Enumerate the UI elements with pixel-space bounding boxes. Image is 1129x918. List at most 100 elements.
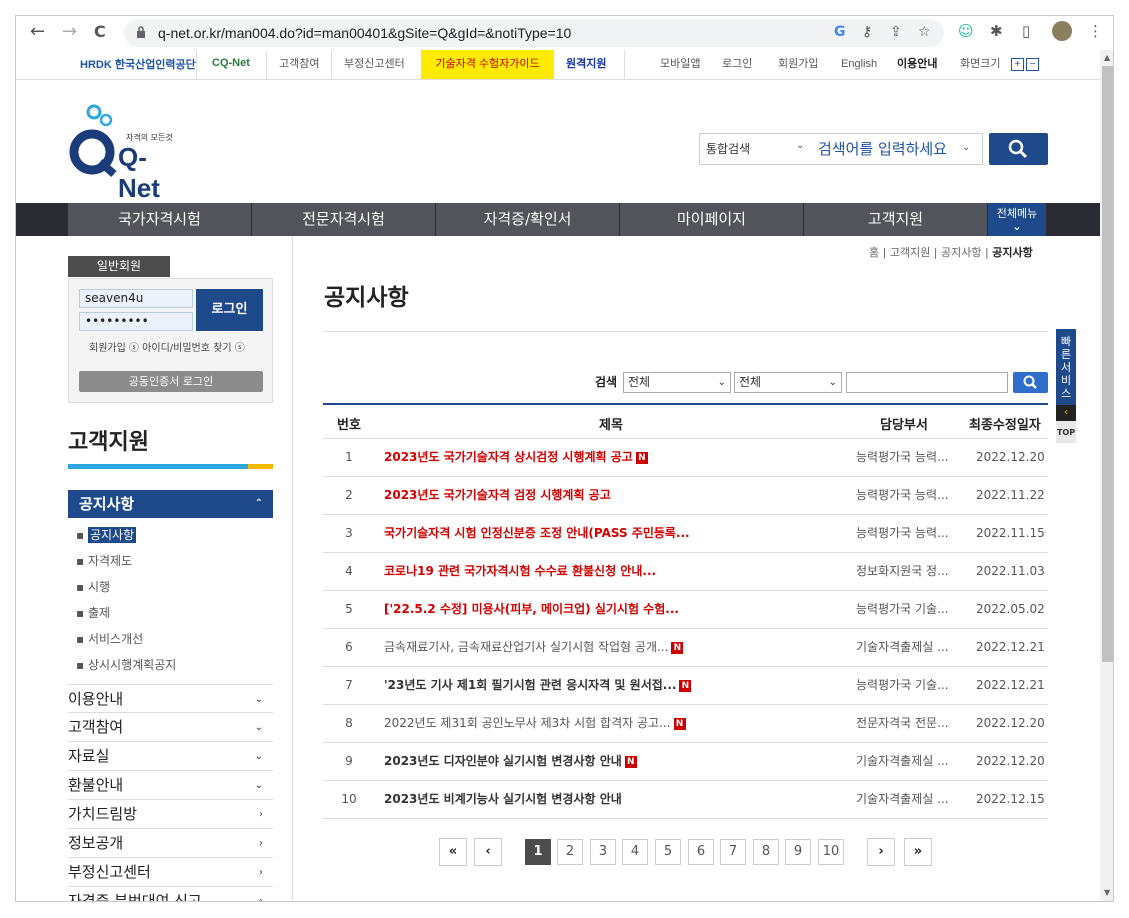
gnb-mypage[interactable]: 마이페이지 xyxy=(620,203,804,236)
lnb-sub-notice[interactable]: ▪ 공지사항 xyxy=(76,526,137,543)
lnb-report-center[interactable]: 부정신고센터 › xyxy=(68,858,273,887)
lnb-value-room[interactable]: 가치드림방 › xyxy=(68,800,273,829)
scrollbar-thumb[interactable] xyxy=(1102,66,1113,662)
find-account-link[interactable]: 아이디/비밀번호 찾기 xyxy=(142,343,231,354)
prev-page-button[interactable]: ‹ xyxy=(474,838,502,866)
lnb-sub-exam[interactable]: ▪ 시행 xyxy=(76,578,110,595)
search-input[interactable]: 검색어를 입력하세요 xyxy=(818,138,947,159)
profile-avatar[interactable] xyxy=(1052,21,1072,41)
lnb-disclosure[interactable]: 정보공개 › xyxy=(68,829,273,858)
page-6[interactable]: 6 xyxy=(688,839,714,865)
quick-service-tab[interactable]: 빠른서비스 xyxy=(1056,329,1076,407)
first-page-button[interactable]: « xyxy=(439,838,467,866)
sidepanel-icon[interactable]: ▯ xyxy=(1022,22,1030,40)
page-4[interactable]: 4 xyxy=(622,839,648,865)
table-row[interactable]: 4 코로나19 관련 국가자격시험 수수료 환불신청 안내... 정보화지원국 정.… xyxy=(323,553,1048,591)
table-row[interactable]: 10 2023년도 비계기능사 실기시험 변경사항 안내 기술자격출제실 ... 20… xyxy=(323,781,1048,819)
lnb-participation[interactable]: 고객참여 ⌄ xyxy=(68,713,273,742)
page-7[interactable]: 7 xyxy=(720,839,746,865)
filter-select-1[interactable]: 전체 ⌄ xyxy=(623,372,731,393)
hrdk-logo[interactable]: HRDK 한국산업인력공단 xyxy=(80,56,196,72)
forward-icon[interactable]: → xyxy=(62,21,77,42)
table-row[interactable]: 2 2023년도 국가기술자격 검정 시행계획 공고 능력평가국 능력... 2022… xyxy=(323,477,1048,515)
row-title-link[interactable]: 국가기술자격 시험 인정신분증 조정 안내(PASS 주민등록... xyxy=(384,515,854,552)
table-row[interactable]: 6 금속재료기사, 금속재료산업기사 실기시험 작업형 공개... N 기술자격출제실… xyxy=(323,629,1048,667)
row-title-link[interactable]: '23년도 기사 제1회 필기시험 관련 응시자격 및 원서접... N xyxy=(384,667,854,704)
zoom-in-icon[interactable]: + xyxy=(1011,57,1024,71)
lnb-sub-regular-plan[interactable]: ▪ 상시시행계획공지 xyxy=(76,656,176,673)
lnb-sub-system[interactable]: ▪ 자격제도 xyxy=(76,552,132,569)
row-title-link[interactable]: ['22.5.2 수정] 미용사(피부, 메이크업) 실기시험 수험... xyxy=(384,591,854,628)
key-icon[interactable]: ⚷ xyxy=(862,24,872,40)
search-button[interactable] xyxy=(989,133,1048,165)
google-icon[interactable]: G xyxy=(834,24,846,40)
star-icon[interactable]: ☆ xyxy=(918,24,931,40)
gnb-customer-support[interactable]: 고객지원 xyxy=(804,203,988,236)
filter-search-button[interactable] xyxy=(1013,372,1048,393)
row-title-link[interactable]: 2023년도 국가기술자격 상시검정 시행계획 공고 N xyxy=(384,439,854,476)
reload-icon[interactable]: C xyxy=(94,22,106,41)
extension-icon[interactable]: ☺ xyxy=(958,22,974,40)
remote-support-link[interactable]: 원격지원 xyxy=(566,50,606,79)
row-title-link[interactable]: 2023년도 비계기능사 실기시험 변경사항 안내 xyxy=(384,781,854,818)
lnb-refund[interactable]: 환불안내 ⌄ xyxy=(68,771,273,800)
lnb-sub-question[interactable]: ▪ 출제 xyxy=(76,604,110,621)
user-id-input[interactable]: seaven4u xyxy=(79,289,193,308)
table-row[interactable]: 9 2023년도 디자인분야 실기시험 변경사항 안내 N 기술자격출제실 ... 20… xyxy=(323,743,1048,781)
join-link[interactable]: 회원가입 xyxy=(89,343,126,354)
password-input[interactable]: ••••••••• xyxy=(79,312,193,331)
all-menu-button[interactable]: 전체메뉴 ⌄ xyxy=(988,203,1046,236)
page-9[interactable]: 9 xyxy=(785,839,811,865)
guide-link[interactable]: 이용안내 xyxy=(897,50,937,79)
breadcrumb-home[interactable]: 홈 xyxy=(869,246,879,259)
member-tab[interactable]: 일반회원 xyxy=(68,256,170,277)
gnb-national-exam[interactable]: 국가자격시험 xyxy=(68,203,252,236)
search-scope-select[interactable]: 통합검색 xyxy=(706,140,750,157)
kebab-menu-icon[interactable]: ⋮ xyxy=(1088,22,1103,40)
lnb-archive[interactable]: 자료실 ⌄ xyxy=(68,742,273,771)
back-icon[interactable]: ← xyxy=(30,21,45,42)
qnet-logo[interactable]: 자격의 모든것 Q-Net xyxy=(68,104,188,203)
filter-select-2[interactable]: 전체 ⌄ xyxy=(734,372,842,393)
lnb-usage-guide[interactable]: 이용안내 ⌄ xyxy=(68,684,273,713)
page-2[interactable]: 2 xyxy=(557,839,583,865)
mobile-app-link[interactable]: 모바일앱 xyxy=(660,50,700,79)
page-8[interactable]: 8 xyxy=(753,839,779,865)
puzzle-icon[interactable]: ✱ xyxy=(990,22,1003,40)
table-row[interactable]: 7'23년도 기사 제1회 필기시험 관련 응시자격 및 원서접... N 능력평가… xyxy=(323,667,1048,705)
lnb-lending-report[interactable]: 자격증 부번대여 신고 › xyxy=(68,887,273,901)
certificate-login-button[interactable]: 공동인증서 로그인 xyxy=(79,371,263,392)
login-link[interactable]: 로그인 xyxy=(722,50,752,79)
scroll-down-icon[interactable]: ▼ xyxy=(1104,888,1110,897)
join-link[interactable]: 회원가입 xyxy=(778,50,818,79)
util-link-participation[interactable]: 고객참여 xyxy=(279,50,319,79)
row-title-link[interactable]: 2023년도 디자인분야 실기시험 변경사항 안내 N xyxy=(384,743,854,780)
gnb-professional-exam[interactable]: 전문자격시험 xyxy=(252,203,436,236)
lnb-sub-service[interactable]: ▪ 서비스개선 xyxy=(76,630,143,647)
zoom-out-icon[interactable]: − xyxy=(1026,57,1039,71)
table-row[interactable]: 5 ['22.5.2 수정] 미용사(피부, 메이크업) 실기시험 수험... 능력… xyxy=(323,591,1048,629)
exam-guide-link[interactable]: 기술자격 수험자가이드 xyxy=(421,50,554,79)
page-1[interactable]: 1 xyxy=(525,839,551,865)
table-row[interactable]: 1 2023년도 국가기술자격 상시검정 시행계획 공고 N 능력평가국 능력... 2… xyxy=(323,439,1048,477)
row-title-link[interactable]: 2022년도 제31회 공인노무사 제3차 시험 합격자 공고... N xyxy=(384,705,854,742)
scroll-up-icon[interactable]: ▲ xyxy=(1104,53,1110,62)
share-icon[interactable]: ⇪ xyxy=(890,24,902,40)
table-row[interactable]: 8 2022년도 제31회 공인노무사 제3차 시험 합격자 공고... N 전문자격… xyxy=(323,705,1048,743)
page-3[interactable]: 3 xyxy=(590,839,616,865)
util-link-report[interactable]: 부정신고센터 xyxy=(344,50,405,79)
chevron-left-icon[interactable]: ‹ xyxy=(1056,405,1076,421)
row-title-link[interactable]: 금속재료기사, 금속재료산업기사 실기시험 작업형 공개... N xyxy=(384,629,854,666)
lnb-active-notice[interactable]: 공지사항 ⌃ xyxy=(68,490,273,518)
breadcrumb-notice[interactable]: 공지사항 xyxy=(941,246,981,259)
row-title-link[interactable]: 코로나19 관련 국가자격시험 수수료 환불신청 안내... xyxy=(384,553,854,590)
filter-keyword-input[interactable] xyxy=(846,372,1008,393)
top-button[interactable]: TOP xyxy=(1056,421,1076,443)
last-page-button[interactable]: » xyxy=(904,838,932,866)
table-row[interactable]: 3 국가기술자격 시험 인정신분증 조정 안내(PASS 주민등록... 능력평가국… xyxy=(323,515,1048,553)
gnb-certificate[interactable]: 자격증/확인서 xyxy=(436,203,620,236)
page-10[interactable]: 10 xyxy=(818,839,844,865)
breadcrumb-support[interactable]: 고객지원 xyxy=(890,246,930,259)
row-title-link[interactable]: 2023년도 국가기술자격 검정 시행계획 공고 xyxy=(384,477,854,514)
login-button[interactable]: 로그인 xyxy=(196,289,263,331)
